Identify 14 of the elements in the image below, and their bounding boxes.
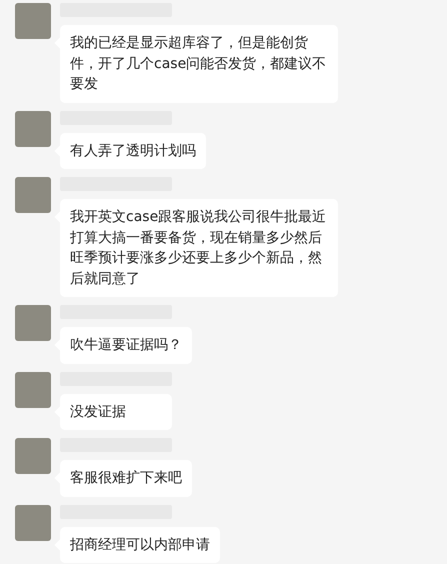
avatar-placeholder	[15, 3, 51, 39]
avatar-placeholder	[15, 110, 51, 146]
message-bubble: 我开英文case跟客服说我公司很牛批最近打算大搞一番要备货，现在销量多少然后旺季预计要涨多少还要上多少个新品，然后就同意了	[60, 199, 338, 297]
message-bubble: 客服很难扩下来吧	[60, 460, 192, 496]
message-bubble: 招商经理可以内部申请	[60, 526, 220, 563]
avatar-placeholder	[15, 305, 51, 341]
avatar-placeholder	[15, 438, 51, 474]
message-bubble: 我的已经是显示超库容了，但是能创货件，开了几个case问能否发货，都建议不要发	[60, 25, 338, 102]
message-bubble: 有人弄了透明计划吗	[60, 132, 206, 169]
avatar-placeholder	[15, 504, 51, 540]
message-bubble: 没发证据	[60, 394, 172, 430]
message-bubble: 吹牛逼要证据吗？	[60, 327, 192, 364]
avatar-placeholder	[15, 177, 51, 213]
avatar-placeholder	[15, 372, 51, 408]
